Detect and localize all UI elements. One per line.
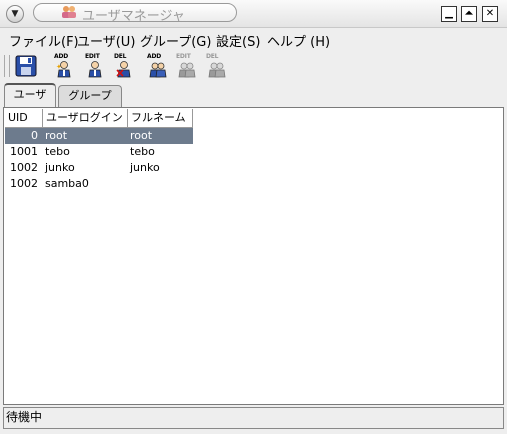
user-add-icon: ✦ <box>56 61 71 78</box>
maximize-button[interactable]: ⏶ <box>461 6 477 22</box>
title-bar: ▼ ユーザマネージャ ▁ ⏶ ✕ <box>0 0 507 28</box>
minimize-icon: ▁ <box>445 8 453 19</box>
user-delete-button[interactable]: DEL <box>110 54 134 78</box>
group-edit-button[interactable]: EDIT <box>172 54 196 78</box>
table-row[interactable]: 0 root root <box>5 128 193 144</box>
svg-text:✦: ✦ <box>56 63 62 71</box>
group-add-icon <box>149 62 167 78</box>
chevron-down-icon: ▼ <box>11 9 19 19</box>
window-menu-button[interactable]: ▼ <box>6 5 24 23</box>
column-header-uid[interactable]: UID <box>5 109 43 128</box>
column-header-login[interactable]: ユーザログイン <box>43 109 128 128</box>
table-row[interactable]: 1001 tebo tebo <box>5 144 193 160</box>
floppy-disk-icon <box>15 55 37 77</box>
menu-user[interactable]: ユーザ(U) <box>77 31 135 50</box>
maximize-icon: ⏶ <box>465 8 473 19</box>
tab-bar: ユーザ グループ <box>0 82 507 108</box>
group-delete-label: DEL <box>206 53 219 60</box>
group-add-button[interactable]: ADD <box>143 54 167 78</box>
menu-help[interactable]: ヘルプ (H) <box>267 31 330 50</box>
save-button[interactable] <box>14 54 38 78</box>
user-edit-icon <box>88 61 102 78</box>
group-delete-button[interactable]: DEL <box>202 54 226 78</box>
cell-uid: 1001 <box>10 145 38 158</box>
cell-fullname: tebo <box>130 145 155 158</box>
close-button[interactable]: ✕ <box>482 6 498 22</box>
toolbar: ADD ✦ EDIT DEL ADD EDIT DEL <box>0 52 507 80</box>
group-delete-icon <box>208 62 226 78</box>
menu-file[interactable]: ファイル(F) <box>9 31 79 50</box>
cell-uid: 1002 <box>10 161 38 174</box>
group-edit-icon <box>178 62 196 78</box>
status-text: 待機中 <box>6 410 43 424</box>
table-row[interactable]: 1002 samba0 <box>5 176 193 192</box>
group-edit-label: EDIT <box>176 53 191 60</box>
toolbar-grip[interactable] <box>4 55 10 77</box>
table-row[interactable]: 1002 junko junko <box>5 160 193 176</box>
minimize-button[interactable]: ▁ <box>441 6 457 22</box>
menu-settings[interactable]: 設定(S) <box>216 31 260 50</box>
cell-login: samba0 <box>45 177 89 190</box>
close-icon: ✕ <box>485 8 495 19</box>
cell-login: root <box>45 129 68 142</box>
user-edit-label: EDIT <box>85 53 100 60</box>
window-title: ユーザマネージャ <box>82 9 185 24</box>
cell-uid: 0 <box>31 129 38 142</box>
user-add-label: ADD <box>54 53 69 60</box>
users-icon <box>62 6 76 18</box>
menu-group[interactable]: グループ(G) <box>140 31 211 50</box>
tab-groups[interactable]: グループ <box>58 85 122 107</box>
tab-users[interactable]: ユーザ <box>4 83 56 107</box>
cell-fullname: junko <box>130 161 160 174</box>
group-add-label: ADD <box>147 53 162 60</box>
cell-login: tebo <box>45 145 70 158</box>
cell-login: junko <box>45 161 75 174</box>
menu-bar: ファイル(F) ユーザ(U) グループ(G) 設定(S) ヘルプ (H) <box>0 28 507 50</box>
cell-uid: 1002 <box>10 177 38 190</box>
column-header-fullname[interactable]: フルネーム <box>128 109 193 128</box>
user-delete-icon <box>116 61 131 78</box>
title-pill: ユーザマネージャ <box>33 3 237 24</box>
user-table: UID ユーザログイン フルネーム 0 root root 1001 tebo … <box>3 107 504 405</box>
status-bar: 待機中 <box>3 407 504 429</box>
user-edit-button[interactable]: EDIT <box>81 54 105 78</box>
user-delete-label: DEL <box>114 53 127 60</box>
cell-fullname: root <box>130 129 153 142</box>
user-add-button[interactable]: ADD ✦ <box>50 54 74 78</box>
